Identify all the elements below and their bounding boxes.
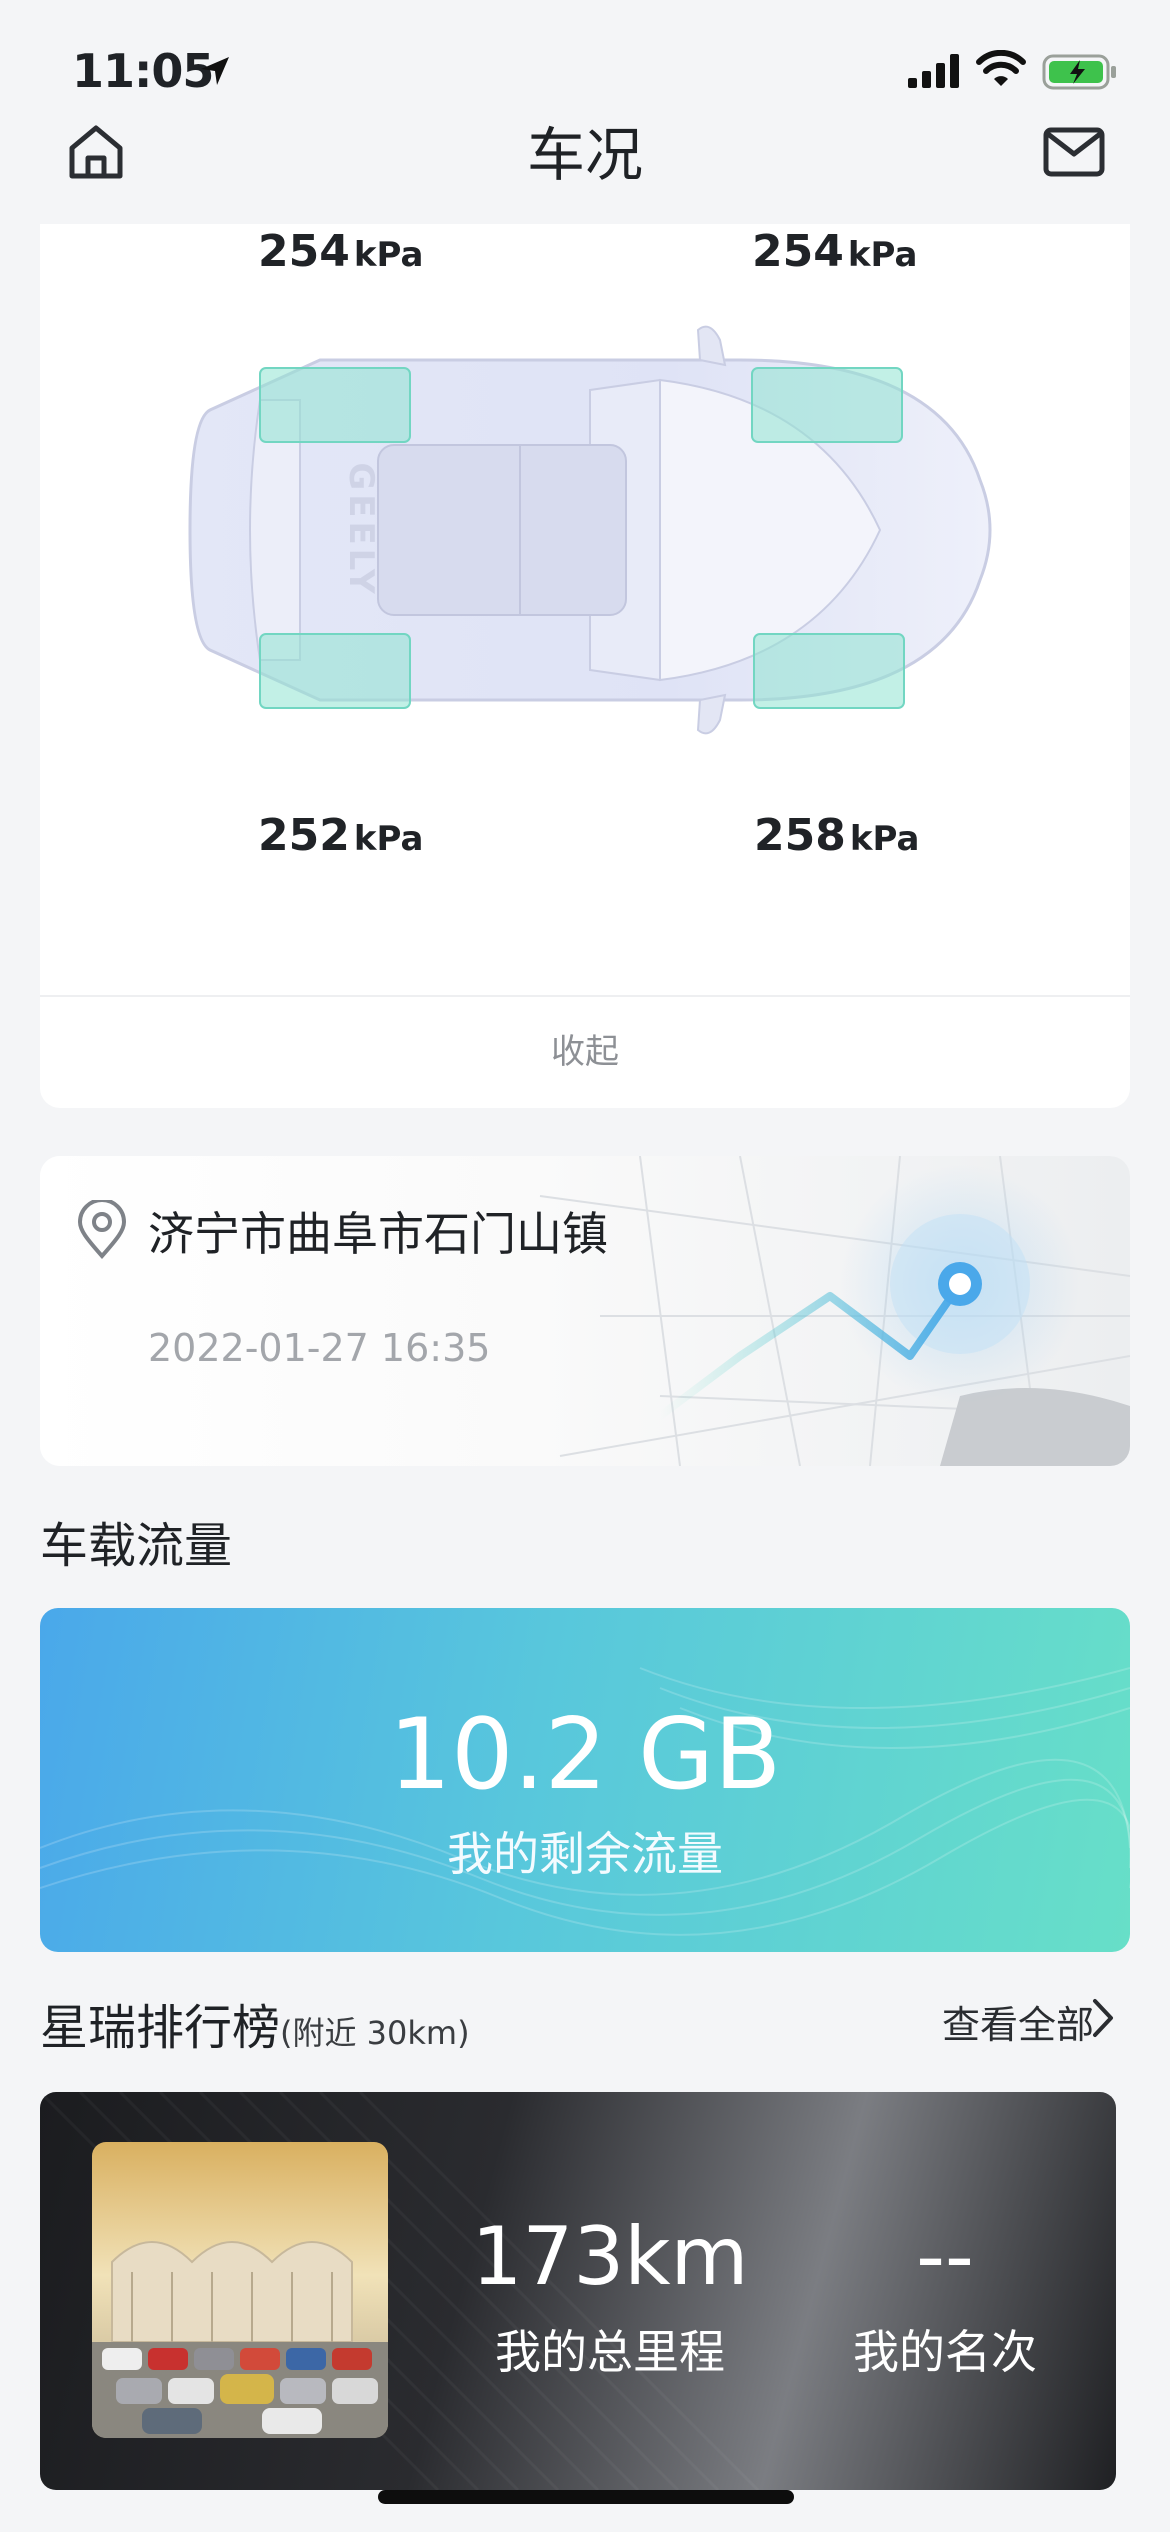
home-indicator[interactable] xyxy=(378,2490,794,2504)
signal-icon xyxy=(908,54,959,88)
ranking-subtitle: (附近 30km) xyxy=(280,2014,470,2052)
tire-pressure-front-right: 254 kPa xyxy=(752,226,918,277)
data-remaining-label: 我的剩余流量 xyxy=(447,1827,723,1881)
data-remaining-value: 10.2 GB xyxy=(388,1698,782,1812)
section-title-ranking: 星瑞排行榜(附近 30km) xyxy=(40,1988,470,2058)
tire-pressure-rear-left: 252 kPa xyxy=(258,810,424,861)
tire-pressure-front-left: 254 kPa xyxy=(258,226,424,277)
ranking-title: 星瑞排行榜 xyxy=(40,2000,281,2056)
status-time: 11:05 xyxy=(72,44,214,98)
chevron-right-icon[interactable] xyxy=(1092,1998,1114,2038)
wifi-icon xyxy=(976,50,1026,86)
total-mileage-label: 我的总里程 xyxy=(495,2325,725,2379)
location-arrow-icon xyxy=(201,57,229,85)
rank-label: 我的名次 xyxy=(853,2325,1037,2379)
location-address: 济宁市曲阜市石门山镇 xyxy=(148,1207,608,1261)
car-top-view: GEELY xyxy=(188,325,992,735)
ranking-photo xyxy=(92,2142,388,2438)
location-pin-icon xyxy=(77,1200,127,1260)
collapse-button[interactable]: 收起 xyxy=(40,1024,1130,1073)
battery-icon xyxy=(1042,54,1116,90)
svg-text:GEELY: GEELY xyxy=(341,462,381,597)
view-all-link[interactable]: 查看全部 xyxy=(942,1994,1094,2049)
tire-pressure-rear-right: 258 kPa xyxy=(754,810,920,861)
section-title-data: 车载流量 xyxy=(40,1518,233,1574)
location-timestamp: 2022-01-27 16:35 xyxy=(148,1326,491,1370)
page-title: 车况 xyxy=(526,121,643,189)
total-mileage-value: 173km xyxy=(471,2210,749,2303)
divider xyxy=(40,995,1130,997)
mail-icon[interactable] xyxy=(1042,126,1106,178)
rank-value: -- xyxy=(916,2210,974,2303)
